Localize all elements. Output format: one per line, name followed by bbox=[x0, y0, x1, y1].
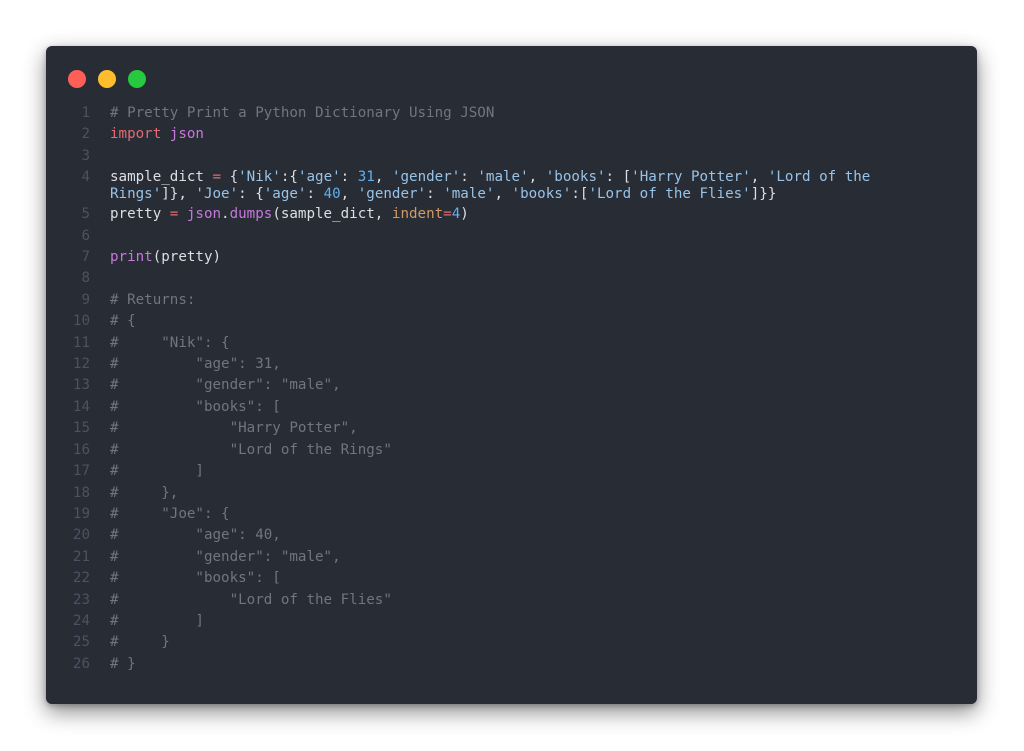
line-number: 18 bbox=[72, 484, 90, 501]
code-line: 11 # "Nik": { bbox=[46, 333, 977, 354]
line-number: 21 bbox=[72, 548, 90, 565]
code-window: 1 # Pretty Print a Python Dictionary Usi… bbox=[46, 46, 977, 704]
code-line: 12 # "age": 31, bbox=[46, 354, 977, 375]
line-number: 8 bbox=[81, 270, 90, 287]
code-line: 24 # ] bbox=[46, 611, 977, 632]
line-number: 14 bbox=[72, 398, 90, 415]
comment: # ] bbox=[110, 612, 204, 629]
code-line: 13 # "gender": "male", bbox=[46, 375, 977, 396]
code-line: 21 # "gender": "male", bbox=[46, 547, 977, 568]
line-number: 22 bbox=[72, 570, 90, 587]
line-number: 10 bbox=[72, 313, 90, 330]
line-number: 20 bbox=[72, 527, 90, 544]
comment: # Pretty Print a Python Dictionary Using… bbox=[110, 105, 495, 121]
comment: # "Lord of the Rings" bbox=[110, 441, 392, 458]
comment: # ] bbox=[110, 463, 204, 480]
comment: # } bbox=[110, 634, 170, 651]
line-number: 9 bbox=[81, 291, 90, 308]
comment: # "gender": "male", bbox=[110, 377, 341, 394]
builtin-function: print bbox=[110, 249, 153, 266]
comment: # "age": 40, bbox=[110, 527, 281, 544]
code-line: 17 # ] bbox=[46, 461, 977, 482]
line-number: 6 bbox=[81, 227, 90, 244]
line-number: 11 bbox=[72, 334, 90, 351]
code-line: 3 bbox=[46, 146, 977, 167]
comment: # "Harry Potter", bbox=[110, 420, 358, 437]
code-block: 1 # Pretty Print a Python Dictionary Usi… bbox=[46, 103, 977, 675]
code-line: 20 # "age": 40, bbox=[46, 525, 977, 546]
comment: # "books": [ bbox=[110, 570, 281, 587]
code-line: 8 bbox=[46, 268, 977, 289]
line-number: 13 bbox=[72, 377, 90, 394]
comment: # "Nik": { bbox=[110, 334, 230, 351]
comment: # { bbox=[110, 313, 136, 330]
code-line: 6 bbox=[46, 226, 977, 247]
line-number: 25 bbox=[72, 634, 90, 651]
window-controls bbox=[68, 70, 146, 88]
maximize-button[interactable] bbox=[128, 70, 146, 88]
comment: # } bbox=[110, 655, 136, 672]
line-number: 1 bbox=[81, 105, 90, 121]
code-line: 7 print(pretty) bbox=[46, 247, 977, 268]
comment: # "gender": "male", bbox=[110, 548, 341, 565]
code-line: 15 # "Harry Potter", bbox=[46, 418, 977, 439]
line-number: 2 bbox=[81, 126, 90, 143]
module-name: json bbox=[169, 126, 204, 143]
line-number: 26 bbox=[72, 655, 90, 672]
line-number: 17 bbox=[72, 463, 90, 480]
code-line: 10 # { bbox=[46, 311, 977, 332]
comment: # Returns: bbox=[110, 291, 196, 308]
code-line: 22 # "books": [ bbox=[46, 568, 977, 589]
comment: # }, bbox=[110, 484, 179, 501]
code-line: 18 # }, bbox=[46, 483, 977, 504]
code-line: 19 # "Joe": { bbox=[46, 504, 977, 525]
code-line: 9 # Returns: bbox=[46, 290, 977, 311]
line-number: 24 bbox=[72, 612, 90, 629]
empty-line bbox=[110, 146, 977, 167]
line-number: 16 bbox=[72, 441, 90, 458]
line-number: 15 bbox=[72, 420, 90, 437]
comment: # "Joe": { bbox=[110, 505, 230, 522]
code-line: 14 # "books": [ bbox=[46, 397, 977, 418]
code-line: 26 # } bbox=[46, 654, 977, 675]
comment: # "Lord of the Flies" bbox=[110, 591, 392, 608]
line-number: 23 bbox=[72, 591, 90, 608]
line-number: 7 bbox=[81, 249, 90, 266]
code-line: 2 import json bbox=[46, 124, 977, 145]
close-button[interactable] bbox=[68, 70, 86, 88]
line-number: 12 bbox=[72, 356, 90, 373]
code-line: 4 sample_dict = {'Nik':{'age': 31, 'gend… bbox=[46, 167, 977, 204]
code-line: 1 # Pretty Print a Python Dictionary Usi… bbox=[46, 103, 977, 124]
line-number: 19 bbox=[72, 505, 90, 522]
comment: # "books": [ bbox=[110, 398, 281, 415]
comment: # "age": 31, bbox=[110, 356, 281, 373]
line-number: 5 bbox=[81, 206, 90, 223]
minimize-button[interactable] bbox=[98, 70, 116, 88]
code-line: 23 # "Lord of the Flies" bbox=[46, 590, 977, 611]
keyword: import bbox=[110, 126, 162, 143]
line-number: 3 bbox=[81, 147, 90, 164]
code-line: 16 # "Lord of the Rings" bbox=[46, 440, 977, 461]
line-number: 4 bbox=[81, 169, 90, 186]
code-line: 25 # } bbox=[46, 632, 977, 653]
code-line: 5 pretty = json.dumps(sample_dict, inden… bbox=[46, 204, 977, 225]
